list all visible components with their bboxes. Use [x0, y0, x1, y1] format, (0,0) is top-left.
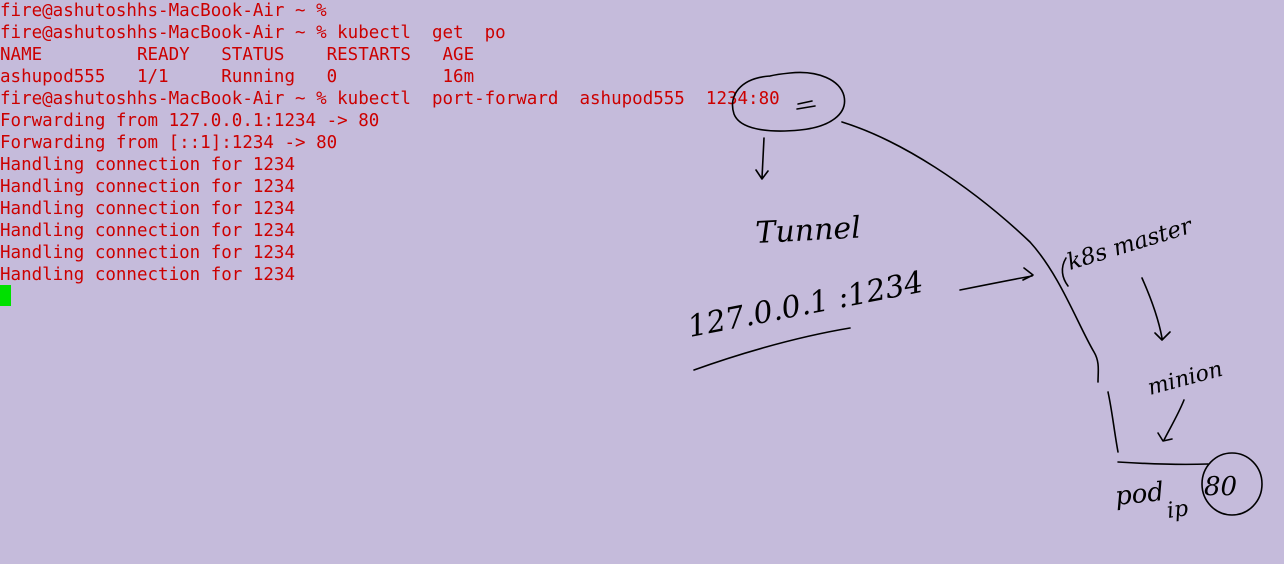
terminal-line: Forwarding from [::1]:1234 -> 80 [0, 133, 338, 153]
terminal-line: Handling connection for 1234 [0, 177, 296, 197]
terminal-window[interactable]: fire@ashutoshhs-MacBook-Air ~ % fire@ash… [0, 0, 1284, 564]
terminal-cursor[interactable] [0, 285, 11, 306]
terminal-line: fire@ashutoshhs-MacBook-Air ~ % [0, 1, 327, 21]
terminal-line: fire@ashutoshhs-MacBook-Air ~ % kubectl … [0, 23, 506, 43]
terminal-line: Handling connection for 1234 [0, 155, 296, 175]
terminal-line: Handling connection for 1234 [0, 199, 296, 219]
terminal-line: Handling connection for 1234 [0, 265, 296, 285]
terminal-line: ashupod555 1/1 Running 0 16m [0, 67, 475, 87]
terminal-line: NAME READY STATUS RESTARTS AGE [0, 45, 475, 65]
terminal-line: Handling connection for 1234 [0, 243, 296, 263]
terminal-line: Forwarding from 127.0.0.1:1234 -> 80 [0, 111, 380, 131]
terminal-line: fire@ashutoshhs-MacBook-Air ~ % kubectl … [0, 89, 780, 109]
terminal-line: Handling connection for 1234 [0, 221, 296, 241]
